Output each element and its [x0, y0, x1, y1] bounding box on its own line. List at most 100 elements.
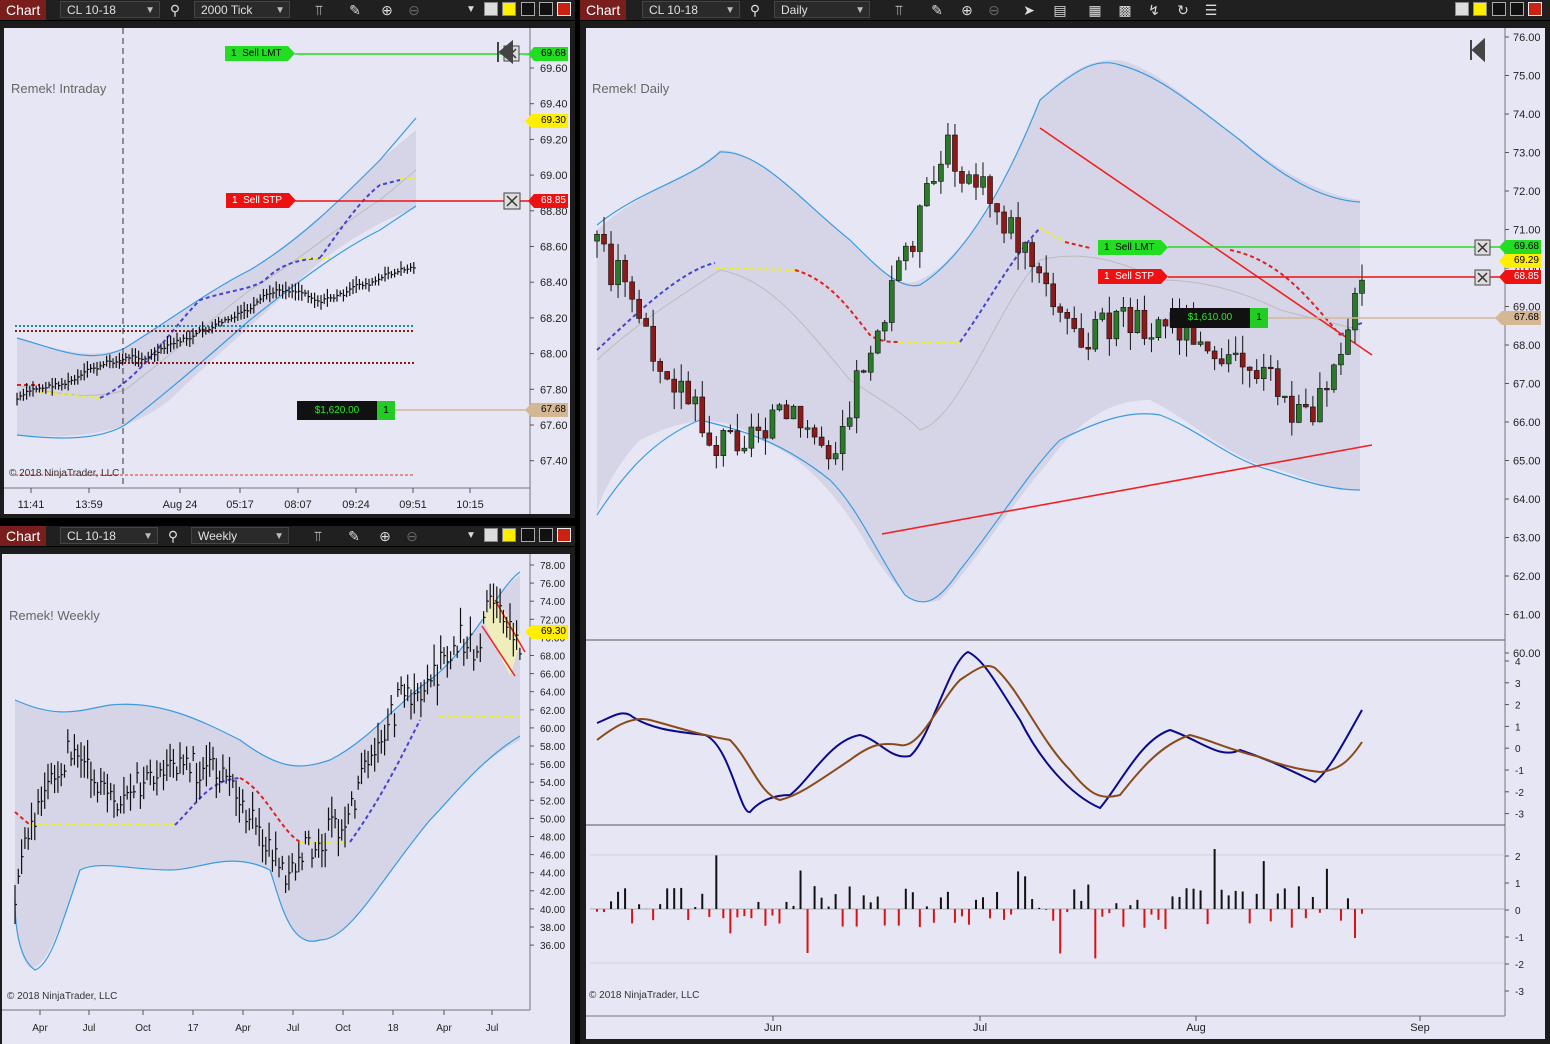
daily-instrument-select[interactable]: CL 10-18 ▼ [642, 1, 740, 18]
intraday-interval-select[interactable]: 2000 Tick ▼ [194, 1, 290, 18]
minimize-button[interactable] [521, 528, 535, 542]
candle [1113, 310, 1120, 340]
hist-bar [1213, 849, 1216, 909]
daily-sell-lmt-label[interactable]: 1 Sell LMT [1098, 240, 1168, 255]
window-color-button[interactable] [484, 2, 498, 16]
search-icon[interactable]: ⚲ [746, 1, 764, 19]
instrument-value: CL 10-18 [649, 3, 698, 17]
candle [1120, 307, 1127, 312]
candle [1211, 350, 1218, 360]
candle [727, 430, 734, 433]
drawing-tools-icon[interactable]: ↯ [1145, 1, 1163, 19]
candle [938, 163, 944, 182]
daily-last-price: 69.29 [1499, 254, 1541, 268]
sell-lmt-cancel-icon[interactable] [1474, 239, 1491, 256]
x-tick-label: Jul [973, 1022, 987, 1034]
maximize-button[interactable] [539, 2, 553, 16]
close-button[interactable] [557, 528, 571, 542]
maximize-button[interactable] [1510, 2, 1524, 16]
y-tick-label: 68.40 [540, 277, 568, 289]
bar-type-icon[interactable]: ⫪ [310, 1, 328, 19]
intraday-chart-tab[interactable]: Chart [0, 0, 47, 20]
candle [1050, 283, 1056, 308]
close-button[interactable] [557, 2, 571, 16]
candle [1127, 307, 1134, 334]
bar-type-icon[interactable]: ⫪ [890, 1, 908, 19]
close-button[interactable] [1528, 2, 1542, 16]
weekly-plot[interactable]: 78.0076.0074.0072.0070.0068.0066.0064.00… [2, 554, 570, 1044]
search-icon[interactable]: ⚲ [166, 1, 184, 19]
weekly-interval-select[interactable]: Weekly ▼ [191, 527, 289, 544]
daily-position-box[interactable]: $1,610.00 1 [1170, 308, 1268, 328]
properties-icon[interactable]: ☰ [1202, 1, 1220, 19]
dropdown-arrow-icon[interactable]: ▼ [462, 527, 480, 545]
candle [797, 405, 804, 429]
chevron-down-icon: ▼ [275, 5, 285, 16]
search-icon[interactable]: ⚲ [164, 527, 182, 545]
hist-bar [1080, 900, 1083, 909]
candle [629, 281, 635, 300]
intraday-sell-stp-label[interactable]: 1 Sell STP [226, 193, 296, 208]
reload-icon[interactable]: ↻ [1174, 1, 1192, 19]
candle [692, 396, 699, 405]
window-link-button[interactable] [502, 2, 516, 16]
zoom-in-icon[interactable]: ⊕ [376, 527, 394, 545]
zoom-out-icon[interactable]: ⊖ [985, 1, 1003, 19]
daily-sell-lmt-price: 69.68 [1499, 240, 1541, 254]
candle [952, 134, 958, 172]
x-tick-label: 13:59 [75, 499, 103, 511]
window-color-button[interactable] [1455, 2, 1469, 16]
bar-type-icon[interactable]: ⫪ [309, 527, 327, 545]
zoom-out-icon[interactable]: ⊖ [405, 1, 423, 19]
hist-bar [1164, 909, 1167, 930]
minimize-button[interactable] [1492, 2, 1506, 16]
interval-value: Daily [781, 3, 808, 17]
intraday-instrument-select[interactable]: CL 10-18 ▼ [60, 1, 160, 18]
daily-sell-stp-label[interactable]: 1 Sell STP [1098, 269, 1168, 284]
hist-bar [673, 888, 676, 909]
minimize-button[interactable] [521, 2, 535, 16]
dropdown-arrow-icon[interactable]: ▼ [462, 1, 480, 19]
data-box-icon[interactable]: ▤ [1051, 1, 1069, 19]
candle [1092, 319, 1099, 350]
sell-stp-cancel-icon[interactable] [1474, 269, 1491, 286]
hist-bar [1192, 888, 1195, 909]
daily-interval-select[interactable]: Daily ▼ [774, 1, 870, 18]
pencil-icon[interactable]: ✎ [345, 527, 363, 545]
pencil-icon[interactable]: ✎ [928, 1, 946, 19]
weekly-instrument-select[interactable]: CL 10-18 ▼ [60, 527, 158, 544]
window-link-button[interactable] [1473, 2, 1487, 16]
hist-bar [1311, 896, 1314, 909]
maximize-button[interactable] [539, 528, 553, 542]
weekly-chart-tab[interactable]: Chart [0, 526, 47, 546]
window-link-button[interactable] [502, 528, 516, 542]
chevron-down-icon: ▼ [145, 5, 155, 16]
candle [608, 243, 614, 286]
candle [1338, 354, 1344, 366]
candle [966, 174, 972, 184]
strategies-icon[interactable]: ▩ [1116, 1, 1134, 19]
y-tick-label: 50.00 [540, 814, 565, 825]
intraday-position-price: 67.68 [525, 403, 568, 417]
pencil-icon[interactable]: ✎ [346, 1, 364, 19]
zoom-out-icon[interactable]: ⊖ [403, 527, 421, 545]
intraday-sell-lmt-label[interactable]: 1 Sell LMT [225, 46, 295, 61]
daily-plot[interactable]: 76.0075.0074.0073.0072.0071.0070.0069.00… [586, 28, 1545, 1039]
daily-chart-tab[interactable]: Chart [580, 0, 627, 20]
intraday-position-box[interactable]: $1,620.00 1 [297, 401, 395, 420]
hist-bar [799, 870, 802, 909]
y-tick-label: 68.60 [540, 242, 568, 254]
candle [1204, 341, 1211, 352]
pointer-icon[interactable]: ➤ [1020, 1, 1038, 19]
window-color-button[interactable] [484, 528, 498, 542]
indicators-icon[interactable]: ▦ [1086, 1, 1104, 19]
intraday-last-price: 69.30 [525, 114, 568, 128]
zoom-in-icon[interactable]: ⊕ [958, 1, 976, 19]
sell-stp-cancel-icon[interactable] [503, 192, 521, 210]
hist-bar [883, 909, 886, 926]
hist-bar [638, 904, 641, 909]
zoom-in-icon[interactable]: ⊕ [378, 1, 396, 19]
x-tick-label: 17 [187, 1023, 199, 1034]
candle [636, 298, 642, 319]
intraday-plot[interactable]: 69.6069.4069.2069.0068.8068.6068.4068.20… [4, 28, 570, 514]
